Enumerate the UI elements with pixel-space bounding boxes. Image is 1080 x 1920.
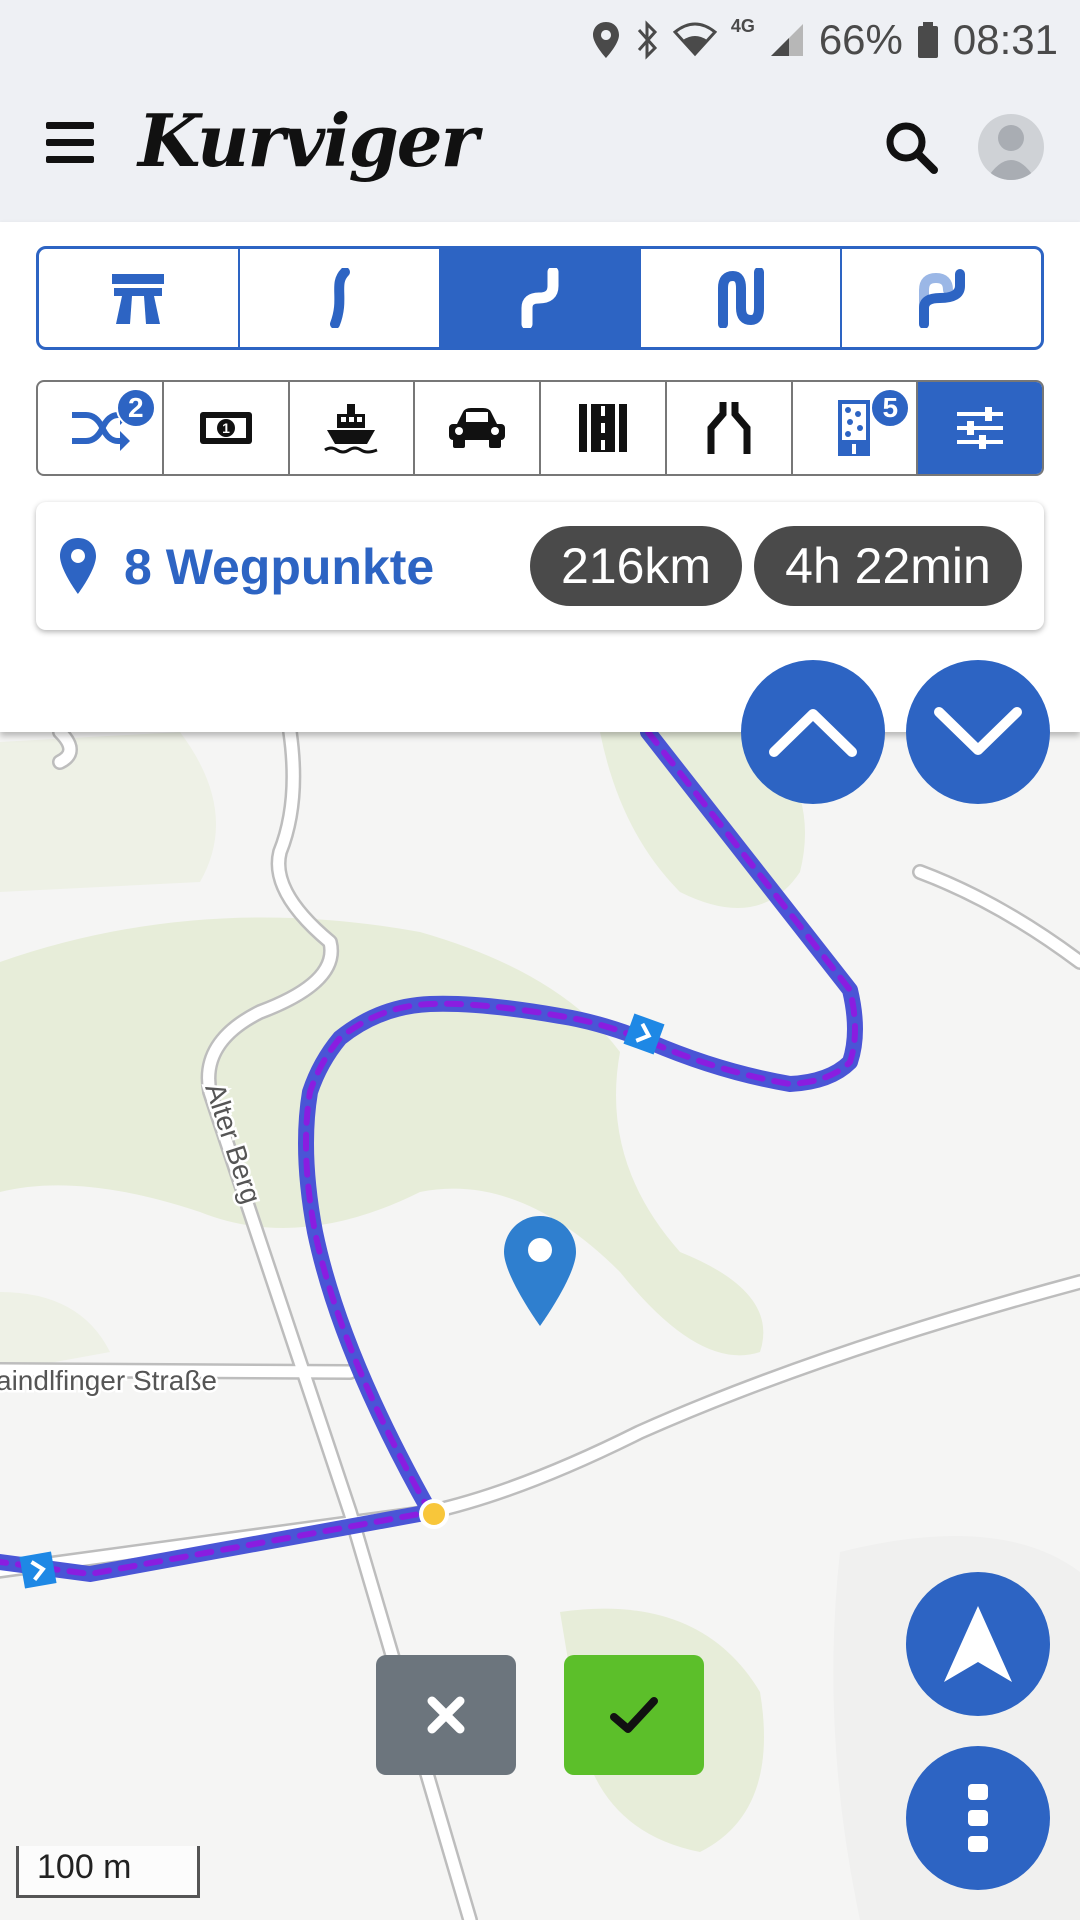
clock: 08:31 [952, 16, 1058, 63]
slight-curve-icon [330, 268, 351, 328]
bluetooth-icon [637, 20, 657, 60]
navigate-button[interactable] [906, 1572, 1050, 1716]
confirm-button[interactable] [564, 1655, 704, 1775]
selected-location-pin-icon[interactable] [504, 1216, 576, 1326]
location-icon [592, 22, 619, 58]
route-distance: 216km [530, 526, 742, 606]
option-road-surface[interactable]: 5 [793, 382, 919, 474]
chevron-up-icon [769, 709, 857, 757]
cancel-button[interactable] [376, 1655, 516, 1775]
option-shuffle[interactable]: 2 [38, 382, 164, 474]
menu-icon-bar [46, 156, 94, 163]
curve-mode-fastest[interactable] [39, 249, 240, 347]
curve-icon [521, 268, 559, 328]
option-car[interactable] [415, 382, 541, 474]
option-unpaved-road[interactable] [541, 382, 667, 474]
curve-mode-curvier[interactable] [440, 249, 642, 347]
option-narrow-road[interactable] [667, 382, 793, 474]
option-settings[interactable] [918, 382, 1042, 474]
search-icon [886, 122, 938, 174]
narrow-road-icon [707, 402, 751, 454]
car-icon [449, 408, 506, 448]
custom-curve-icon [918, 269, 965, 328]
map-view[interactable]: Alter Berg aindlfinger Straße [0, 732, 1080, 1920]
option-tolls[interactable]: 1 [164, 382, 290, 474]
direction-arrow-icon [19, 1551, 57, 1589]
move-waypoint-up-button[interactable] [741, 660, 885, 804]
waypoints-count: 8 Wegpunkte [124, 539, 435, 595]
road-icon [578, 404, 627, 452]
curve-mode-custom[interactable] [842, 249, 1041, 347]
sliders-icon [957, 407, 1004, 449]
map-scale-bar: 100 m [16, 1846, 200, 1898]
search-button[interactable] [884, 120, 940, 176]
highway-icon [112, 274, 165, 324]
close-icon [427, 1696, 465, 1734]
network-type: 4G [730, 16, 755, 36]
curve-mode-curviest[interactable] [641, 249, 843, 347]
app-logo: Kurviger [138, 98, 479, 183]
check-icon [610, 1697, 658, 1733]
option-ferries[interactable] [290, 382, 416, 474]
more-vertical-icon [968, 1784, 988, 1852]
navigation-arrow-icon [944, 1606, 1012, 1682]
route-avoid-options: 2 1 5 [36, 380, 1044, 476]
route-options-panel: 2 1 5 8 Wegpunkte 216km 4h 22min [0, 222, 1080, 732]
battery-icon [917, 22, 938, 58]
menu-icon-bar [46, 139, 94, 146]
wifi-icon [672, 22, 717, 57]
menu-icon-bar [46, 122, 94, 129]
curve-mode-curvy[interactable] [240, 249, 441, 347]
surface-icon [838, 400, 871, 456]
option-badge: 2 [115, 388, 156, 428]
map-canvas: Alter Berg aindlfinger Straße [0, 732, 1080, 1920]
move-waypoint-down-button[interactable] [906, 660, 1050, 804]
user-icon [986, 125, 1036, 180]
money-icon: 1 [199, 412, 252, 444]
chevron-down-icon [934, 707, 1022, 755]
route-summary-card[interactable]: 8 Wegpunkte 216km 4h 22min [36, 502, 1044, 630]
svg-text:1: 1 [222, 420, 230, 436]
route-node-marker[interactable] [419, 1499, 449, 1529]
extra-curvy-icon [717, 268, 764, 328]
app-header: Kurviger [0, 78, 1080, 222]
battery-percent: 66% [818, 16, 903, 63]
option-badge: 5 [870, 388, 911, 428]
route-duration: 4h 22min [754, 526, 1022, 606]
ferry-icon [324, 404, 378, 454]
waypoint-pin-icon [60, 538, 96, 594]
menu-button[interactable] [46, 122, 94, 164]
user-avatar[interactable] [978, 114, 1044, 180]
signal-icon [770, 24, 803, 56]
status-bar: 4G 66% 08:31 [0, 0, 1080, 78]
street-label-aindlfinger: aindlfinger Straße [0, 1365, 217, 1396]
more-options-button[interactable] [906, 1746, 1050, 1890]
curviness-selector [36, 246, 1044, 350]
